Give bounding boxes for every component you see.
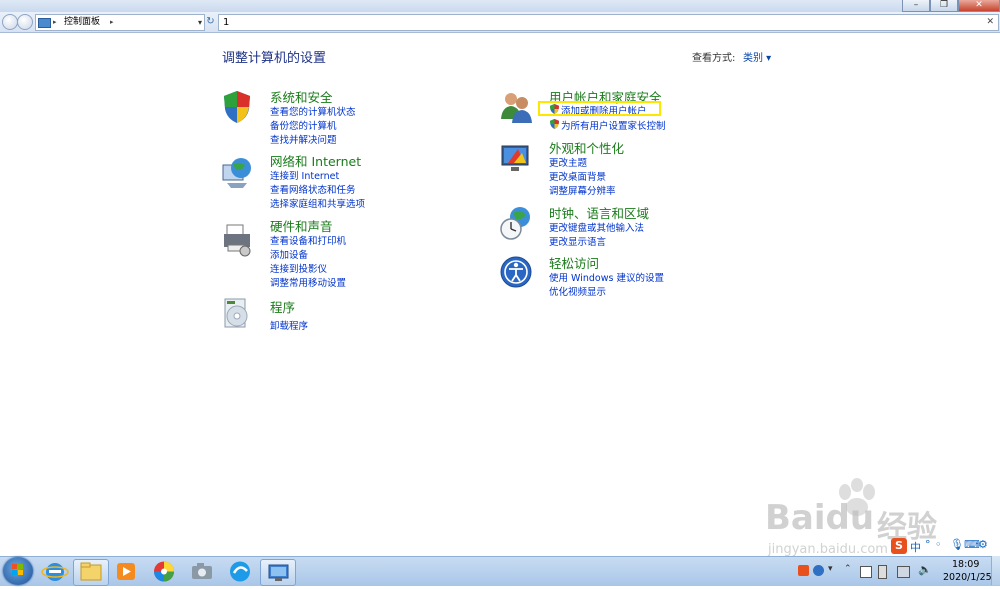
fullwidth-icon[interactable]: ◦ xyxy=(935,538,942,551)
close-button[interactable]: ✕ xyxy=(958,0,1000,12)
link-change-keyboards[interactable]: 更改键盘或其他输入法 xyxy=(549,220,644,234)
action-center-icon[interactable] xyxy=(860,566,872,578)
link-network-status[interactable]: 查看网络状态和任务 xyxy=(270,182,356,196)
forward-button[interactable] xyxy=(17,14,33,30)
view-by-dropdown[interactable]: 类别 ▾ xyxy=(743,49,771,64)
search-input[interactable]: 1 ✕ xyxy=(218,14,999,31)
link-connect-projector[interactable]: 连接到投影仪 xyxy=(270,261,327,275)
address-toolbar: ▸ 控制面板 ▸ ▾ ↻ 1 ✕ xyxy=(0,12,1000,33)
address-dropdown-icon[interactable]: ▾ xyxy=(198,15,202,30)
breadcrumb-arrow-icon[interactable]: ▸ xyxy=(110,15,114,30)
link-parental-controls[interactable]: 为所有用户设置家长控制 xyxy=(561,118,666,132)
taskbar-explorer[interactable] xyxy=(73,559,109,586)
sogou-tray-icon[interactable] xyxy=(798,565,809,576)
taskbar-media-player[interactable] xyxy=(109,559,143,584)
ime-lang-toggle[interactable]: 中 xyxy=(910,539,921,555)
programs-disc-icon[interactable] xyxy=(221,296,253,332)
ime-settings-icon[interactable]: ⚙ xyxy=(978,538,988,551)
view-by-label: 查看方式: xyxy=(692,53,736,64)
link-connect-internet[interactable]: 连接到 Internet xyxy=(270,168,339,182)
camera-icon xyxy=(192,563,212,579)
ease-of-access-icon[interactable] xyxy=(500,254,532,290)
ime-toolbar: S 中 ° ◦ 🎙 ⌨ ⚙ xyxy=(891,538,991,555)
category-programs[interactable]: 程序 xyxy=(270,297,295,316)
taskbar-control-panel[interactable] xyxy=(260,559,296,586)
watermark-brand: Baidu xyxy=(765,498,875,538)
microphone-icon[interactable]: 🎙 xyxy=(950,538,964,551)
battery-icon[interactable] xyxy=(878,565,887,579)
appearance-monitor-icon[interactable] xyxy=(500,141,532,177)
folder-icon xyxy=(80,562,102,581)
link-change-theme[interactable]: 更改主题 xyxy=(549,155,587,169)
punctuation-icon[interactable]: ° xyxy=(925,538,931,551)
tray-expand-icon[interactable]: ▾ xyxy=(828,564,833,574)
browser-icon xyxy=(230,561,250,582)
link-add-device[interactable]: 添加设备 xyxy=(270,247,308,261)
link-optimize-visual-display[interactable]: 优化视频显示 xyxy=(549,284,606,298)
highlight-box xyxy=(538,101,661,116)
minimize-button[interactable]: – xyxy=(902,0,930,12)
link-homegroup-sharing[interactable]: 选择家庭组和共享选项 xyxy=(270,196,365,210)
link-devices-printers[interactable]: 查看设备和打印机 xyxy=(270,233,346,247)
media-player-icon xyxy=(117,563,135,580)
volume-icon[interactable]: 🔈 xyxy=(918,563,932,576)
help-tray-icon[interactable] xyxy=(813,565,824,576)
link-change-desktop-background[interactable]: 更改桌面背景 xyxy=(549,169,606,183)
uac-shield-icon xyxy=(550,119,559,129)
link-view-computer-status[interactable]: 查看您的计算机状态 xyxy=(270,104,356,118)
color-wheel-icon xyxy=(154,561,174,582)
printer-hardware-icon[interactable] xyxy=(221,221,253,257)
page-title: 调整计算机的设置 xyxy=(222,51,327,66)
taskbar-browser[interactable] xyxy=(223,559,257,584)
network-globe-icon[interactable] xyxy=(221,155,253,191)
windows-logo-icon xyxy=(12,564,23,575)
taskbar: ▾ ⌃ 🔈 xyxy=(0,556,1000,586)
control-panel-taskbar-icon xyxy=(268,564,289,581)
clock-date[interactable]: 2020/1/25 xyxy=(943,572,992,583)
taskbar-ie[interactable] xyxy=(38,559,72,584)
link-windows-suggested-settings[interactable]: 使用 Windows 建议的设置 xyxy=(549,270,664,284)
link-display-language[interactable]: 更改显示语言 xyxy=(549,234,606,248)
start-button[interactable] xyxy=(3,557,33,585)
link-mobility-settings[interactable]: 调整常用移动设置 xyxy=(270,275,346,289)
link-backup-computer[interactable]: 备份您的计算机 xyxy=(270,118,337,132)
refresh-icon[interactable]: ↻ xyxy=(205,15,216,28)
clear-search-icon[interactable]: ✕ xyxy=(986,15,994,30)
link-screen-resolution[interactable]: 调整屏幕分辨率 xyxy=(549,183,616,197)
taskbar-color-app[interactable] xyxy=(147,559,181,584)
search-value: 1 xyxy=(223,17,230,28)
internet-explorer-icon xyxy=(41,563,69,581)
sogou-ime-icon[interactable]: S xyxy=(891,538,907,554)
address-field[interactable]: ▸ 控制面板 ▸ ▾ xyxy=(35,14,205,31)
breadcrumb-control-panel[interactable]: 控制面板 xyxy=(64,15,100,30)
breadcrumb-arrow-icon[interactable]: ▸ xyxy=(53,15,57,30)
network-tray-icon[interactable] xyxy=(897,566,910,578)
window-title-bar: – ❐ ✕ xyxy=(0,0,1000,12)
link-troubleshoot[interactable]: 查找并解决问题 xyxy=(270,132,337,146)
clock-time[interactable]: 18:09 xyxy=(952,559,979,570)
watermark-url: jingyan.baidu.com xyxy=(768,542,888,557)
show-hidden-icons[interactable]: ⌃ xyxy=(844,564,852,574)
clock-globe-icon[interactable] xyxy=(500,205,532,241)
back-button[interactable] xyxy=(2,14,18,30)
maximize-button[interactable]: ❐ xyxy=(930,0,958,12)
control-panel-icon xyxy=(38,18,51,28)
taskbar-camera-app[interactable] xyxy=(185,559,219,584)
users-accounts-icon[interactable] xyxy=(500,89,532,125)
show-desktop-button[interactable] xyxy=(991,556,1000,585)
window-controls: – ❐ ✕ xyxy=(902,0,1000,12)
shield-security-icon[interactable] xyxy=(221,89,253,125)
link-uninstall-program[interactable]: 卸载程序 xyxy=(270,318,308,332)
